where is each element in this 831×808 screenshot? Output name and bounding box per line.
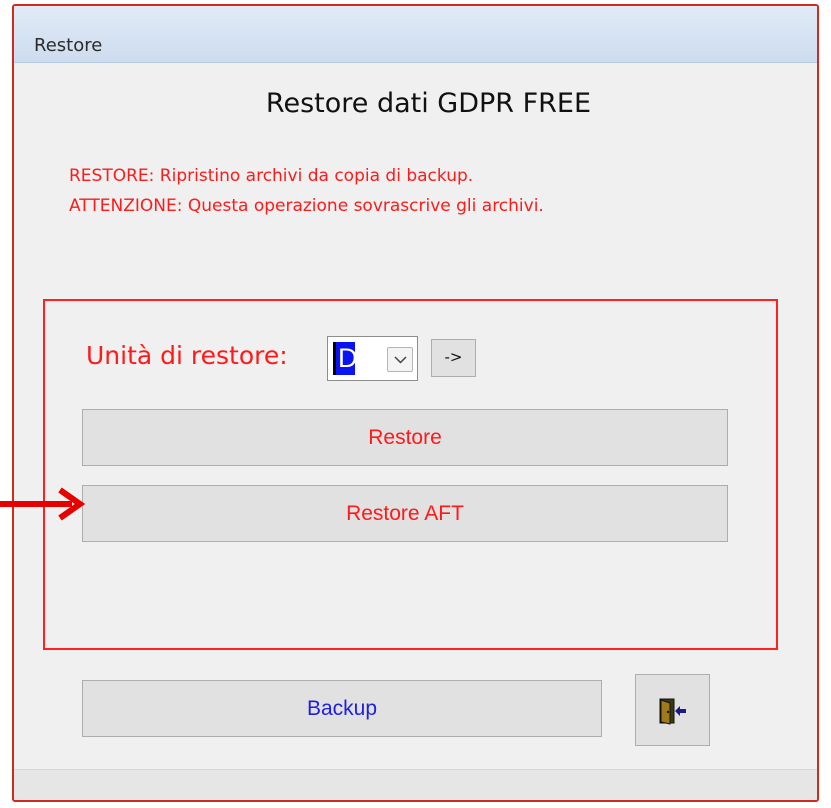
title-bar: Restore (14, 6, 817, 63)
chevron-down-icon (394, 356, 407, 364)
overwrite-warning: ATTENZIONE: Questa operazione sovrascriv… (69, 196, 544, 216)
window-title: Restore (34, 35, 103, 56)
drive-select[interactable]: D (327, 336, 418, 381)
annotation-arrow-icon (0, 487, 86, 521)
status-bar (14, 769, 817, 800)
page-title: Restore dati GDPR FREE (265, 88, 592, 119)
restore-window: Restore Restore dati GDPR FREE RESTORE: … (12, 4, 819, 802)
drive-select-value[interactable]: D (333, 342, 358, 375)
restore-aft-button[interactable]: Restore AFT (82, 485, 728, 542)
exit-door-icon (659, 698, 686, 725)
backup-button[interactable]: Backup (82, 680, 602, 737)
drive-dropdown-button[interactable] (387, 347, 413, 372)
restore-button[interactable]: Restore (82, 409, 728, 466)
exit-button[interactable] (635, 674, 710, 746)
drive-label: Unità di restore: (86, 341, 288, 370)
drive-go-button[interactable]: -> (431, 339, 476, 377)
restore-description: RESTORE: Ripristino archivi da copia di … (69, 166, 474, 186)
